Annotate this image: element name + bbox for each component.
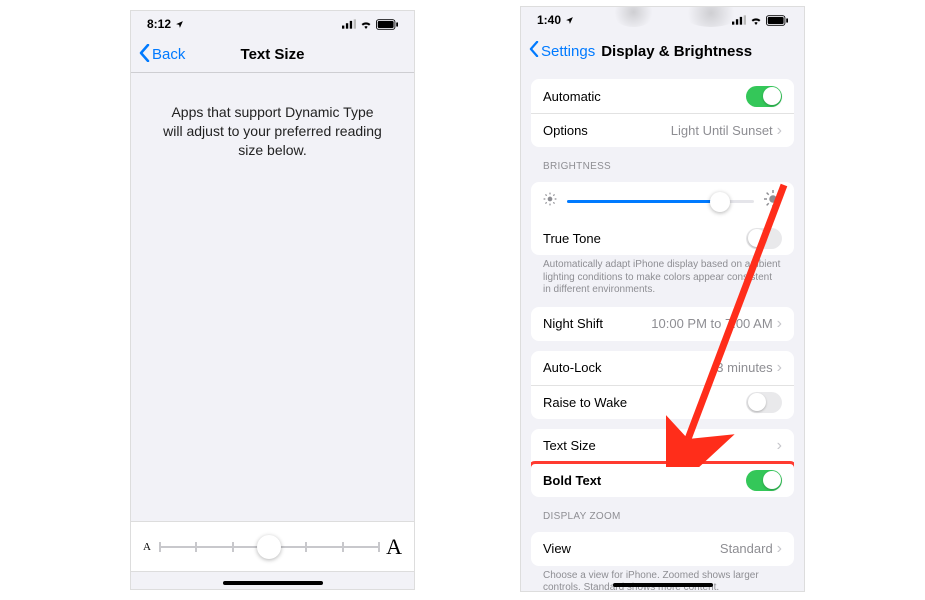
phone-display-brightness: 1:40 Settings Display & Brightness [520, 6, 805, 592]
wifi-icon [359, 19, 373, 29]
row-text-size[interactable]: Text Size › [531, 429, 794, 463]
row-detail: 10:00 PM to 7:00 AM [651, 316, 772, 331]
row-true-tone[interactable]: True Tone [531, 221, 794, 255]
slider-max-label: A [386, 534, 402, 560]
sun-large-icon [764, 190, 782, 213]
row-label: True Tone [543, 231, 601, 246]
row-bold-text[interactable]: Bold Text [531, 463, 794, 497]
row-detail: 3 minutes [716, 360, 772, 375]
row-view[interactable]: View Standard› [531, 532, 794, 566]
footer-view: Choose a view for iPhone. Zoomed shows l… [543, 570, 782, 593]
sun-small-icon [543, 192, 557, 211]
status-bar: 8:12 [131, 11, 414, 37]
back-label: Settings [541, 43, 595, 60]
phone-text-size: 8:12 Back Text Size Apps that su [130, 10, 415, 590]
back-button[interactable]: Back [139, 44, 185, 66]
location-icon [565, 16, 574, 25]
row-label: Night Shift [543, 316, 603, 331]
chevron-left-icon [529, 41, 539, 61]
row-brightness-slider [531, 182, 794, 221]
home-indicator[interactable] [613, 583, 713, 587]
status-bar: 1:40 [521, 7, 804, 33]
row-detail: Standard [720, 541, 773, 556]
row-label: Options [543, 123, 588, 138]
nav-bar: Back Text Size [131, 37, 414, 73]
back-label: Back [152, 46, 185, 63]
toggle-raise-to-wake[interactable] [746, 392, 782, 413]
cellular-icon [342, 19, 356, 29]
home-indicator[interactable] [223, 581, 323, 585]
dynamic-type-description: Apps that support Dynamic Type will adju… [131, 73, 414, 190]
nav-bar: Settings Display & Brightness [521, 33, 804, 69]
section-header-display-zoom: DISPLAY ZOOM [543, 511, 790, 522]
toggle-bold-text[interactable] [746, 470, 782, 491]
row-raise-to-wake[interactable]: Raise to Wake [531, 385, 794, 419]
row-detail: Light Until Sunset [671, 123, 773, 138]
toggle-automatic[interactable] [746, 86, 782, 107]
battery-icon [766, 15, 788, 26]
brightness-slider[interactable] [567, 200, 754, 203]
page-title: Display & Brightness [601, 43, 752, 60]
row-options[interactable]: Options Light Until Sunset› [531, 113, 794, 147]
row-label: Auto-Lock [543, 360, 602, 375]
status-time: 1:40 [537, 13, 561, 27]
text-size-slider[interactable] [159, 546, 378, 548]
toggle-true-tone[interactable] [746, 228, 782, 249]
status-time: 8:12 [147, 17, 171, 31]
row-night-shift[interactable]: Night Shift 10:00 PM to 7:00 AM› [531, 307, 794, 341]
battery-icon [376, 19, 398, 30]
row-label: View [543, 541, 571, 556]
section-header-brightness: BRIGHTNESS [543, 161, 790, 172]
footer-true-tone: Automatically adapt iPhone display based… [543, 259, 782, 297]
location-icon [175, 20, 184, 29]
row-auto-lock[interactable]: Auto-Lock 3 minutes› [531, 351, 794, 385]
row-label: Raise to Wake [543, 395, 627, 410]
row-label: Automatic [543, 89, 601, 104]
text-size-slider-row: A A [131, 521, 414, 571]
chevron-left-icon [139, 44, 150, 66]
row-label: Bold Text [543, 473, 601, 488]
back-button[interactable]: Settings [529, 41, 595, 61]
row-automatic[interactable]: Automatic [531, 79, 794, 113]
slider-min-label: A [143, 541, 151, 553]
wifi-icon [749, 15, 763, 25]
row-label: Text Size [543, 438, 596, 453]
